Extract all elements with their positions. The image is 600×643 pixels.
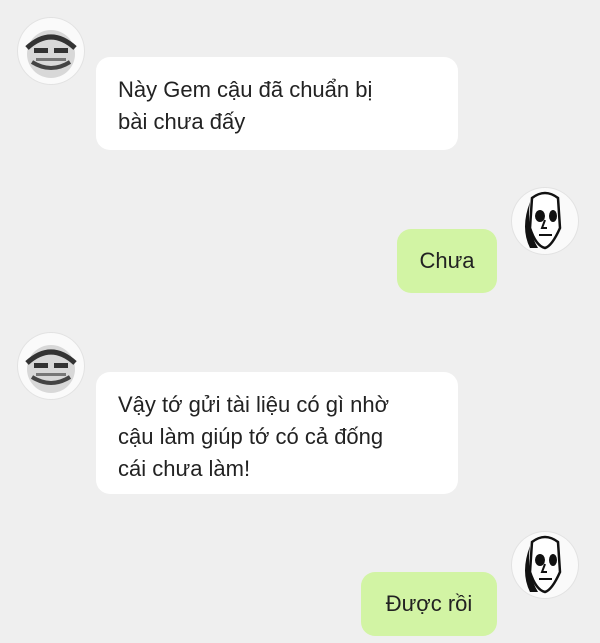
smiling-face-avatar-icon: [25, 30, 77, 78]
self-avatar[interactable]: [512, 532, 578, 598]
message-text-line: cậu làm giúp tớ có cả đống: [118, 424, 384, 449]
message-text-line: Được rồi: [385, 591, 473, 616]
contact-avatar[interactable]: [18, 333, 84, 399]
smiling-face-avatar-icon: [25, 345, 77, 393]
message-text-line: bài chưa đấy: [118, 109, 246, 134]
chat-screen: { "messages": [ {"sender":"other","avata…: [0, 0, 600, 643]
self-avatar[interactable]: [512, 188, 578, 254]
message-text-line: Vậy tớ gửi tài liệu có gì nhờ: [118, 392, 390, 417]
message-text-line: cái chưa làm!: [118, 456, 251, 481]
incoming-message[interactable]: Vậy tớ gửi tài liệu có gì nhờ cậu làm gi…: [96, 372, 458, 494]
skull-face-avatar-icon: [525, 535, 562, 594]
contact-avatar[interactable]: [18, 18, 84, 84]
message-text-line: Này Gem cậu đã chuẩn bị: [118, 77, 373, 102]
message-text-line: Chưa: [419, 248, 475, 273]
outgoing-message[interactable]: Chưa: [397, 229, 497, 293]
outgoing-message[interactable]: Được rồi: [361, 572, 497, 636]
incoming-message[interactable]: Này Gem cậu đã chuẩn bị bài chưa đấy: [96, 57, 458, 150]
skull-face-avatar-icon: [525, 191, 562, 250]
